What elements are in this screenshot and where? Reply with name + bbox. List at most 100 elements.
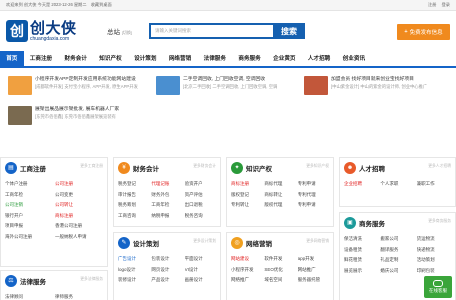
nav-zhishi[interactable]: 知识产权: [93, 51, 128, 66]
card-title[interactable]: 法律服务: [20, 276, 46, 286]
nav-home[interactable]: 首页: [0, 51, 24, 66]
login-link[interactable]: 登录: [442, 2, 450, 7]
card-link[interactable]: VI设计: [185, 265, 216, 276]
card-link[interactable]: 广告设计: [118, 254, 149, 265]
card-link[interactable]: 税务筹划: [118, 200, 149, 211]
card-title[interactable]: 人才招聘: [359, 163, 385, 173]
card-link[interactable]: 法律顾问: [5, 292, 53, 300]
card-link[interactable]: 专利申请: [298, 179, 329, 190]
card-link[interactable]: 网站建设: [231, 254, 262, 265]
card-link[interactable]: 网页设计: [151, 265, 182, 276]
card-more-link[interactable]: 更多人才招聘: [428, 164, 451, 169]
card-link[interactable]: 企业招聘: [344, 179, 378, 190]
card-title[interactable]: 财务会计: [133, 163, 159, 173]
nav-shangwu[interactable]: 商务服务: [232, 51, 267, 66]
card-link[interactable]: 公司变更: [55, 190, 103, 201]
card-title[interactable]: 网络营销: [246, 238, 272, 248]
card-link[interactable]: 商标代理: [264, 179, 295, 190]
card-more-link[interactable]: 更多网络营销: [306, 239, 329, 244]
nav-caiwu[interactable]: 财务会计: [58, 51, 93, 66]
card-link[interactable]: 律师服务: [55, 292, 103, 300]
promo-card[interactable]: 小程序开发APP定制开发应用系统功能网站建设 [成都软件开发] 支付宝小程序, …: [8, 76, 138, 95]
promo-title[interactable]: 小程序开发APP定制开发应用系统功能网站建设: [35, 76, 138, 83]
card-link[interactable]: 鲜花租赁: [344, 255, 378, 266]
card-link[interactable]: 纳税申报: [151, 211, 182, 222]
card-link[interactable]: app开发: [298, 254, 329, 265]
card-link[interactable]: 设备租赁: [344, 245, 378, 256]
card-link[interactable]: 公司注册: [55, 179, 103, 190]
register-link[interactable]: 注册: [428, 2, 436, 7]
card-link[interactable]: 代理记账: [151, 179, 182, 190]
card-link[interactable]: 财务外包: [151, 190, 182, 201]
card-link[interactable]: 专利代理: [298, 190, 329, 201]
card-link[interactable]: SEO优化: [264, 265, 295, 276]
nav-huangye[interactable]: 企业黄页: [267, 51, 302, 66]
card-title[interactable]: 知识产权: [246, 163, 272, 173]
card-link[interactable]: 翻译服务: [380, 245, 414, 256]
card-link[interactable]: 商标转让: [264, 190, 295, 201]
promo-card[interactable]: 二手空调回收, 上门回收空调, 空调回收 [北京二手回收] 二手空调回收, 上门…: [156, 76, 277, 95]
card-link[interactable]: 搬家公司: [380, 234, 414, 245]
promo-title[interactable]: 加盟会员 找好项目就来创业宝找好项目: [331, 76, 427, 83]
nav-gongshang[interactable]: 工商注册: [24, 51, 59, 66]
card-link[interactable]: 网络推广: [231, 275, 262, 286]
card-link[interactable]: 一般纳税人申请: [55, 232, 103, 243]
card-more-link[interactable]: 更多商务服务: [428, 219, 451, 224]
card-link[interactable]: 项目申报: [5, 221, 53, 232]
nav-sheji[interactable]: 设计策划: [128, 51, 163, 66]
publish-button[interactable]: + 免费发布信息: [397, 24, 450, 40]
promo-card[interactable]: 加盟会员 找好项目就来创业宝找好项目 [中山紫金设计] 中山的紫金的设计师, 创…: [304, 76, 427, 95]
card-link[interactable]: 保洁清洗: [344, 234, 378, 245]
nav-rencai[interactable]: 人才招聘: [302, 51, 337, 66]
card-link[interactable]: 展览展示: [344, 266, 378, 277]
card-link[interactable]: 税务咨询: [185, 211, 216, 222]
online-chat-button[interactable]: 在线客服: [424, 276, 452, 298]
promo-title[interactable]: 展架出展品展示架批发, 展车机器人厂家: [35, 106, 119, 113]
card-more-link[interactable]: 更多财务会计: [193, 164, 216, 169]
card-link[interactable]: 税务登记: [118, 179, 149, 190]
search-input[interactable]: 请输入关键词搜索: [149, 23, 273, 39]
card-link[interactable]: 资产评估: [185, 190, 216, 201]
card-link[interactable]: 快递物流: [417, 245, 451, 256]
card-link[interactable]: 画册设计: [185, 275, 216, 286]
card-link[interactable]: 个人求职: [380, 179, 414, 190]
card-link[interactable]: 版权代理: [264, 200, 295, 211]
card-link[interactable]: 礼品定制: [380, 255, 414, 266]
promo-card[interactable]: 展架出展品展示架批发, 展车机器人厂家 [东莞市佰佰鑫] 东莞市佰佰鑫展架展览装…: [8, 106, 119, 125]
card-link[interactable]: 商标注册: [231, 179, 262, 190]
card-link[interactable]: 服务器托管: [298, 275, 329, 286]
card-link[interactable]: 验资开户: [185, 179, 216, 190]
card-link[interactable]: 货运物流: [417, 234, 451, 245]
card-link[interactable]: 个体户注册: [5, 179, 53, 190]
card-link[interactable]: 工商年检: [151, 200, 182, 211]
card-link[interactable]: 包装设计: [151, 254, 182, 265]
card-link[interactable]: 小程序开发: [231, 265, 262, 276]
card-more-link[interactable]: 更多法律服务: [80, 277, 103, 282]
card-more-link[interactable]: 更多工商注册: [80, 164, 103, 169]
card-link[interactable]: 兼职工作: [417, 179, 451, 190]
card-link[interactable]: 网站推广: [298, 265, 329, 276]
card-link[interactable]: 公司注销: [5, 200, 53, 211]
card-title[interactable]: 商务服务: [359, 218, 385, 228]
nav-falv[interactable]: 法律服务: [197, 51, 232, 66]
card-more-link[interactable]: 更多设计策划: [193, 239, 216, 244]
card-link[interactable]: 平面设计: [185, 254, 216, 265]
card-link[interactable]: 专利申请: [298, 200, 329, 211]
card-link[interactable]: 出口退税: [185, 200, 216, 211]
nav-wangluo[interactable]: 网络营销: [163, 51, 198, 66]
search-button[interactable]: 搜索: [273, 23, 305, 39]
card-link[interactable]: 装修设计: [118, 275, 149, 286]
promo-title[interactable]: 二手空调回收, 上门回收空调, 空调回收: [183, 76, 277, 83]
card-link[interactable]: logo设计: [118, 265, 149, 276]
card-link[interactable]: 软件开发: [264, 254, 295, 265]
nav-zixun[interactable]: 创业资讯: [336, 51, 371, 66]
card-more-link[interactable]: 更多知识产权: [306, 164, 329, 169]
card-link[interactable]: 工商咨询: [118, 211, 149, 222]
card-link[interactable]: 海外公司注册: [5, 232, 53, 243]
card-link[interactable]: 香港公司注册: [55, 221, 103, 232]
card-link[interactable]: 活动策划: [417, 255, 451, 266]
card-link[interactable]: 银行开户: [5, 211, 53, 222]
card-title[interactable]: 工商注册: [20, 163, 46, 173]
card-link[interactable]: 审计报告: [118, 190, 149, 201]
card-link[interactable]: 婚庆公司: [380, 266, 414, 277]
